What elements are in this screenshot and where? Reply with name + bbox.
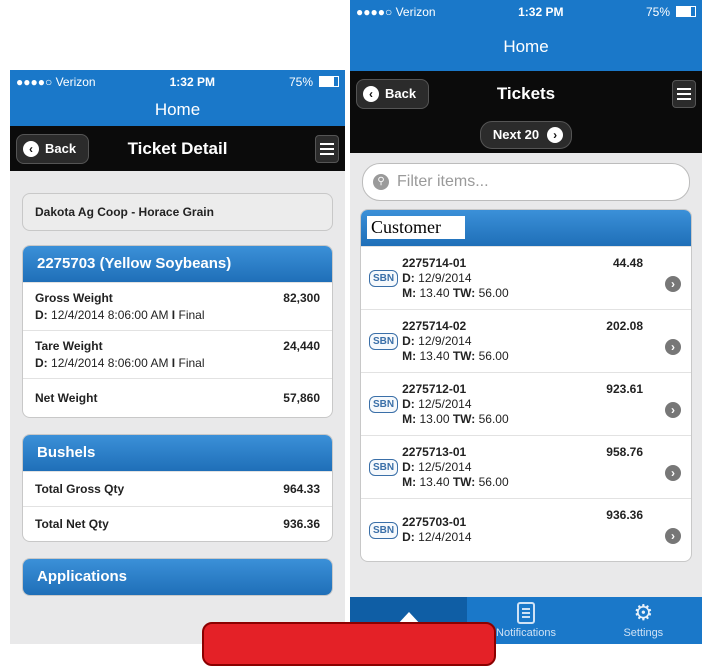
- applications-header: Applications: [23, 559, 332, 595]
- bushels-header: Bushels: [23, 435, 332, 471]
- ticket-id: 2275714-01: [402, 255, 467, 270]
- ticket-amount: 958.76: [606, 445, 643, 459]
- nav-bar: ‹ Back Tickets: [350, 71, 702, 116]
- net-weight-label: Net Weight: [35, 391, 98, 405]
- menu-button[interactable]: [315, 135, 339, 163]
- net-weight-value: 57,860: [283, 391, 320, 405]
- battery-label: 75%: [288, 74, 313, 89]
- ticket-id: 2275713-01: [402, 444, 467, 459]
- bushels-card: Bushels Total Gross Qty 964.33 Total Net…: [22, 434, 333, 542]
- clock-label: 1:32 PM: [169, 74, 215, 89]
- customer-header: Customer: [361, 210, 691, 246]
- search-icon: ⚲: [373, 174, 389, 190]
- commodity-badge: SBN: [369, 269, 399, 287]
- tab-notifications-label: Notifications: [496, 627, 556, 639]
- chevron-right-icon: ›: [665, 465, 681, 481]
- tickets-screen: ●●●●○ Verizon 1:32 PM 75% Home ‹ Back Ti…: [350, 0, 702, 644]
- chevron-right-icon: ›: [665, 528, 681, 544]
- back-label: Back: [45, 141, 77, 156]
- filter-placeholder: Filter items...: [397, 173, 489, 190]
- ticket-amount: 202.08: [606, 319, 643, 333]
- gross-weight-value: 82,300: [283, 291, 320, 305]
- battery-icon: [676, 6, 696, 17]
- ticket-id: 2275703-01: [402, 515, 467, 529]
- ticket-amount: 44.48: [612, 256, 643, 270]
- gross-weight-date: 12/4/2014 8:06:00 AM: [51, 308, 169, 322]
- commodity-badge: SBN: [369, 521, 399, 539]
- nav-bar: ‹ Back Ticket Detail: [10, 126, 345, 171]
- next-20-button[interactable]: Next 20 ›: [479, 120, 573, 149]
- commodity-badge: SBN: [369, 332, 399, 350]
- carrier-label: ●●●●○ Verizon: [16, 74, 96, 89]
- app-title: Home: [10, 93, 345, 126]
- list-item[interactable]: SBN 2275703-01 D: 12/4/2014 936.36 ›: [361, 498, 691, 561]
- back-button[interactable]: ‹ Back: [356, 78, 430, 109]
- tare-weight-date: 12/4/2014 8:06:00 AM: [51, 356, 169, 370]
- clock-label: 1:32 PM: [518, 4, 564, 19]
- net-weight-row: Net Weight 57,860: [23, 378, 332, 417]
- total-gross-qty-row: Total Gross Qty 964.33: [23, 471, 332, 506]
- chevron-right-icon: ›: [665, 402, 681, 418]
- chevron-left-icon: ‹: [23, 140, 39, 157]
- battery-label: 75%: [645, 4, 670, 19]
- ticket-amount: 936.36: [606, 508, 643, 522]
- gear-icon: ⚙: [633, 600, 654, 625]
- gross-weight-row: Gross Weight D: 12/4/2014 8:06:00 AM I F…: [23, 282, 332, 330]
- ticket-detail-screen: ●●●●○ Verizon 1:32 PM 75% Home ‹ Back Ti…: [10, 70, 345, 644]
- app-title: Home: [350, 23, 702, 71]
- tare-weight-label: Tare Weight: [35, 339, 103, 353]
- customer-label: Customer: [367, 216, 465, 239]
- document-icon: [516, 602, 535, 624]
- gross-weight-status: Final: [178, 308, 205, 322]
- battery-icon: [319, 76, 339, 87]
- status-bar: ●●●●○ Verizon 1:32 PM 75%: [10, 70, 345, 93]
- ticket-amount: 923.61: [606, 382, 643, 396]
- next-label: Next 20: [492, 127, 540, 142]
- chevron-left-icon: ‹: [363, 85, 379, 102]
- ticket-id: 2275714-02: [402, 318, 467, 333]
- tare-weight-status: Final: [178, 356, 205, 370]
- ticket-summary-card: 2275703 (Yellow Soybeans) Gross Weight D…: [22, 245, 333, 418]
- commodity-badge: SBN: [369, 458, 399, 476]
- filter-input[interactable]: ⚲ Filter items...: [362, 163, 690, 201]
- gross-weight-label: Gross Weight: [35, 291, 113, 305]
- carrier-label: ●●●●○ Verizon: [356, 4, 436, 19]
- total-net-qty-row: Total Net Qty 936.36: [23, 506, 332, 541]
- chevron-right-icon: ›: [665, 339, 681, 355]
- chevron-right-icon: ›: [547, 126, 564, 143]
- location-bar: Dakota Ag Coop - Horace Grain: [22, 193, 333, 231]
- ticket-id: 2275712-01: [402, 381, 467, 396]
- tare-weight-row: Tare Weight D: 12/4/2014 8:06:00 AM I Fi…: [23, 330, 332, 378]
- list-item[interactable]: SBN 2275712-01 D: 12/5/2014 M: 13.00 TW:…: [361, 372, 691, 435]
- back-label: Back: [385, 86, 417, 101]
- tare-weight-value: 24,440: [283, 339, 320, 353]
- list-item[interactable]: SBN 2275713-01 D: 12/5/2014 M: 13.40 TW:…: [361, 435, 691, 498]
- pagination-bar: Next 20 ›: [350, 116, 702, 153]
- chevron-right-icon: ›: [665, 276, 681, 292]
- alert-banner: [202, 622, 496, 666]
- list-item[interactable]: SBN 2275714-02 D: 12/9/2014 M: 13.40 TW:…: [361, 309, 691, 372]
- location-label: Dakota Ag Coop - Horace Grain: [35, 205, 214, 219]
- tab-settings[interactable]: ⚙ Settings: [585, 597, 702, 644]
- status-bar: ●●●●○ Verizon 1:32 PM 75%: [350, 0, 702, 23]
- menu-button[interactable]: [672, 80, 696, 108]
- back-button[interactable]: ‹ Back: [16, 133, 90, 164]
- tab-settings-label: Settings: [623, 627, 664, 639]
- ticket-list: Customer SBN 2275714-01 D: 12/9/2014 M: …: [360, 209, 692, 562]
- list-item[interactable]: SBN 2275714-01 D: 12/9/2014 M: 13.40 TW:…: [361, 246, 691, 309]
- ticket-header: 2275703 (Yellow Soybeans): [23, 246, 332, 282]
- applications-card: Applications: [22, 558, 333, 596]
- commodity-badge: SBN: [369, 395, 399, 413]
